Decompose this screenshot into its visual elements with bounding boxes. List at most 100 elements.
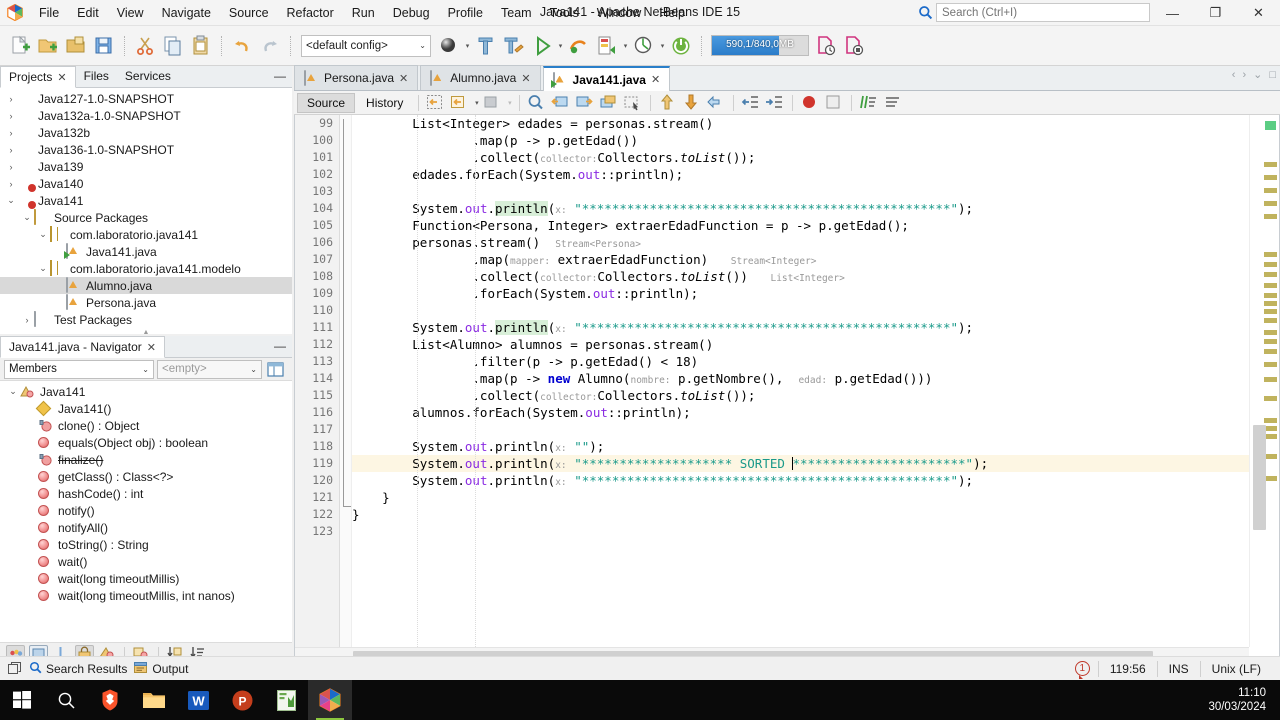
minimize-button[interactable]: —	[1151, 0, 1194, 26]
menu-item-edit[interactable]: Edit	[68, 2, 108, 24]
code-line[interactable]: }	[352, 506, 1249, 523]
maximize-editor-icon[interactable]: □	[1269, 69, 1276, 81]
tree-node[interactable]: › Test Packages	[0, 311, 292, 328]
clean-build-project-icon[interactable]	[501, 33, 527, 59]
minimized-windows-icon[interactable]	[8, 662, 22, 675]
code-line[interactable]	[352, 302, 1249, 319]
new-file-icon[interactable]	[7, 33, 33, 59]
toggle-highlight-icon[interactable]	[705, 93, 727, 113]
tree-node[interactable]: › Java140	[0, 175, 292, 192]
save-all-icon[interactable]	[91, 33, 117, 59]
find-selection-icon[interactable]	[526, 93, 548, 113]
set-main-project-icon[interactable]	[436, 33, 462, 59]
redo-icon[interactable]	[257, 33, 283, 59]
netbeans-icon[interactable]	[308, 680, 352, 720]
menu-item-window[interactable]: Window	[588, 2, 650, 24]
close-icon[interactable]: ✕	[57, 71, 66, 84]
code-line[interactable]: .map(mapper: extraerEdadFunction) Stream…	[352, 251, 1249, 268]
expanded-twisty-icon[interactable]: ⌄	[36, 263, 50, 274]
tree-node[interactable]: ⌄ Source Packages	[0, 209, 292, 226]
close-icon[interactable]: ✕	[147, 341, 156, 354]
chevron-down-icon[interactable]: ▾	[472, 90, 481, 116]
new-project-icon[interactable]	[35, 33, 61, 59]
navigator-filter-select[interactable]: <empty> ⌄	[157, 359, 262, 379]
collapsed-twisty-icon[interactable]: ›	[4, 128, 18, 138]
code-line[interactable]: personas.stream() Stream<Persona>	[352, 234, 1249, 251]
tree-node[interactable]: Java141.java	[0, 243, 292, 260]
editor-tab[interactable]: Java141.java ✕	[542, 66, 671, 91]
navigator-member[interactable]: notifyAll()	[0, 519, 292, 536]
profile-project-icon[interactable]	[594, 33, 620, 59]
open-project-icon[interactable]	[63, 33, 89, 59]
history-view-button[interactable]: History	[357, 93, 412, 113]
code-line[interactable]: .map(p -> new Alumno(nombre: p.getNombre…	[352, 370, 1249, 387]
expanded-twisty-icon[interactable]: ⌄	[4, 195, 18, 206]
code-line[interactable]: System.out.println(x: "*****************…	[352, 319, 1249, 336]
start-macro-recording-icon[interactable]	[799, 93, 821, 113]
code-line[interactable]: .map(p -> p.getEdad())	[352, 132, 1249, 149]
navigator-member[interactable]: finalize()	[0, 451, 292, 468]
code-line[interactable]: .collect(collector:Collectors.toList());	[352, 149, 1249, 166]
close-button[interactable]: ✕	[1237, 0, 1280, 26]
previous-error-icon[interactable]	[657, 93, 679, 113]
status-tab-search-results[interactable]: Search Results	[29, 661, 127, 677]
stop-build-icon[interactable]	[841, 33, 867, 59]
expanded-twisty-icon[interactable]: ⌄	[20, 212, 34, 223]
collapsed-twisty-icon[interactable]: ›	[4, 162, 18, 172]
menu-item-run[interactable]: Run	[343, 2, 384, 24]
start-icon[interactable]	[0, 680, 44, 720]
close-icon[interactable]: ✕	[521, 72, 530, 85]
menu-item-debug[interactable]: Debug	[384, 2, 439, 24]
code-line[interactable]: }	[352, 489, 1249, 506]
code-line[interactable]	[352, 183, 1249, 200]
navigator-member[interactable]: toString() : String	[0, 536, 292, 553]
close-icon[interactable]: ✕	[399, 72, 408, 85]
search-input[interactable]	[936, 3, 1150, 22]
tree-node[interactable]: ⌄ Java141	[0, 192, 292, 209]
editor-tab[interactable]: Alumno.java ✕	[420, 65, 541, 90]
dock-splitter[interactable]: ▲	[0, 329, 292, 336]
menu-item-source[interactable]: Source	[220, 2, 278, 24]
menu-item-profile[interactable]: Profile	[439, 2, 492, 24]
collapsed-twisty-icon[interactable]: ›	[20, 315, 34, 325]
tree-node[interactable]: ⌄ com.laboratorio.java141	[0, 226, 292, 243]
menu-item-navigate[interactable]: Navigate	[153, 2, 220, 24]
debug-project-icon[interactable]	[566, 33, 592, 59]
cut-icon[interactable]	[132, 33, 158, 59]
code-line[interactable]: System.out.println(x: "");	[352, 438, 1249, 455]
menu-item-team[interactable]: Team	[492, 2, 541, 24]
team-icon[interactable]	[631, 33, 657, 59]
forward-icon[interactable]	[482, 93, 504, 113]
code-line[interactable]: List<Alumno> alumnos = personas.stream()	[352, 336, 1249, 353]
powerpoint-icon[interactable]: P	[220, 680, 264, 720]
tree-node[interactable]: Persona.java	[0, 294, 292, 311]
collapsed-twisty-icon[interactable]: ›	[4, 94, 18, 104]
paste-icon[interactable]	[188, 33, 214, 59]
code-line[interactable]: .forEach(System.out::println);	[352, 285, 1249, 302]
chevron-down-icon[interactable]: ▾	[463, 33, 472, 59]
excel-icon[interactable]	[264, 680, 308, 720]
previous-bookmark-icon[interactable]	[550, 93, 572, 113]
line-ending[interactable]: Unix (LF)	[1199, 660, 1272, 677]
code-line[interactable]: .collect(collector:Collectors.toList()) …	[352, 268, 1249, 285]
brave-icon[interactable]	[88, 680, 132, 720]
menu-item-tools[interactable]: Tools	[541, 2, 588, 24]
code-line[interactable]	[352, 421, 1249, 438]
navigator-member[interactable]: getClass() : Class<?>	[0, 468, 292, 485]
code-line[interactable]: edades.forEach(System.out::println);	[352, 166, 1249, 183]
source-view-button[interactable]: Source	[297, 92, 356, 113]
code-line[interactable]: .filter(p -> p.getEdad() < 18)	[352, 353, 1249, 370]
tree-node[interactable]: › Java136-1.0-SNAPSHOT	[0, 141, 292, 158]
chevron-down-icon[interactable]: ▾	[658, 33, 667, 59]
minimize-window-button[interactable]: —	[274, 339, 286, 353]
navigator-member[interactable]: wait()	[0, 553, 292, 570]
global-search[interactable]	[918, 3, 1150, 22]
tree-node[interactable]: › Java132a-1.0-SNAPSHOT	[0, 107, 292, 124]
file-explorer-icon[interactable]	[132, 680, 176, 720]
close-icon[interactable]: ✕	[651, 73, 660, 86]
tab-list-icon[interactable]: ⌄	[1253, 68, 1262, 81]
code-line[interactable]: System.out.println(x: "*****************…	[352, 200, 1249, 217]
code-line[interactable]: System.out.println(x: "*****************…	[352, 472, 1249, 489]
tab-navigator[interactable]: Java141.java - Navigator ✕	[0, 336, 165, 358]
comment-icon[interactable]	[858, 93, 880, 113]
